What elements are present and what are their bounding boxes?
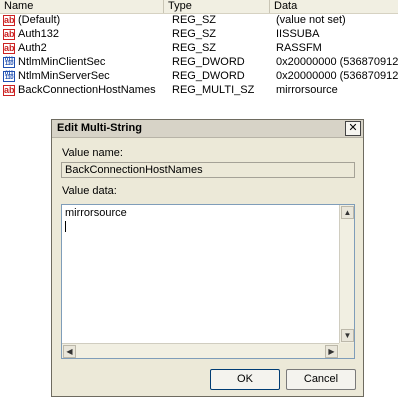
edit-multi-string-dialog: Edit Multi-String ✕ Value name: BackConn… (51, 119, 364, 397)
scroll-up-icon[interactable]: ▲ (341, 206, 354, 219)
string-value-icon: ab (3, 43, 15, 54)
dialog-title: Edit Multi-String (57, 122, 142, 134)
string-value-icon: ab (3, 85, 15, 96)
list-row[interactable]: 011 110 NtlmMinClientSec REG_DWORD 0x200… (0, 56, 398, 69)
list-row[interactable]: 011 110 NtlmMinServerSec REG_DWORD 0x200… (0, 70, 398, 83)
scroll-right-icon[interactable]: ▶ (325, 345, 338, 358)
column-header-data[interactable]: Data (270, 0, 398, 13)
horizontal-scrollbar[interactable]: ◀ ▶ (62, 343, 339, 358)
value-data: RASSFM (276, 42, 322, 54)
column-header-type[interactable]: Type (164, 0, 270, 13)
scroll-down-icon[interactable]: ▼ (341, 329, 354, 342)
list-row[interactable]: ab (Default) REG_SZ (value not set) (0, 14, 398, 27)
string-value-icon: ab (3, 29, 15, 40)
binary-value-icon: 011 110 (3, 57, 15, 68)
value-data-text: mirrorsource (65, 207, 127, 219)
vertical-scrollbar[interactable]: ▲ ▼ (339, 205, 354, 343)
list-header: Name Type Data (0, 0, 398, 14)
binary-value-icon: 011 110 (3, 71, 15, 82)
value-name: NtlmMinServerSec (18, 70, 110, 82)
value-data: 0x20000000 (536870912) (276, 70, 398, 82)
list-row[interactable]: ab BackConnectionHostNames REG_MULTI_SZ … (0, 84, 398, 97)
value-name: (Default) (18, 14, 61, 26)
value-name-field: BackConnectionHostNames (61, 162, 355, 178)
column-header-name[interactable]: Name (0, 0, 164, 13)
value-data: (value not set) (276, 14, 346, 26)
value-data-textarea[interactable]: mirrorsource ▲ ▼ ◀ ▶ (61, 204, 355, 359)
scroll-left-icon[interactable]: ◀ (63, 345, 76, 358)
value-type: REG_SZ (172, 42, 217, 54)
value-name: Auth2 (18, 42, 47, 54)
value-data: mirrorsource (276, 84, 338, 96)
value-name: BackConnectionHostNames (18, 84, 156, 96)
value-name: Auth132 (18, 28, 59, 40)
ok-button[interactable]: OK (210, 369, 280, 390)
scrollbar-corner (339, 343, 354, 358)
cancel-button[interactable]: Cancel (286, 369, 356, 390)
value-type: REG_MULTI_SZ (172, 84, 255, 96)
string-value-icon: ab (3, 15, 15, 26)
value-data: IISSUBA (276, 28, 320, 40)
dialog-titlebar[interactable]: Edit Multi-String ✕ (52, 120, 363, 138)
value-type: REG_DWORD (172, 56, 245, 68)
value-type: REG_DWORD (172, 70, 245, 82)
value-type: REG_SZ (172, 14, 217, 26)
value-data: 0x20000000 (536870912) (276, 56, 398, 68)
value-data-label: Value data: (62, 185, 117, 197)
value-name-label: Value name: (62, 147, 123, 159)
list-row[interactable]: ab Auth132 REG_SZ IISSUBA (0, 28, 398, 41)
value-name: NtlmMinClientSec (18, 56, 106, 68)
list-row[interactable]: ab Auth2 REG_SZ RASSFM (0, 42, 398, 55)
close-icon[interactable]: ✕ (345, 121, 361, 136)
value-type: REG_SZ (172, 28, 217, 40)
text-caret (65, 221, 66, 232)
